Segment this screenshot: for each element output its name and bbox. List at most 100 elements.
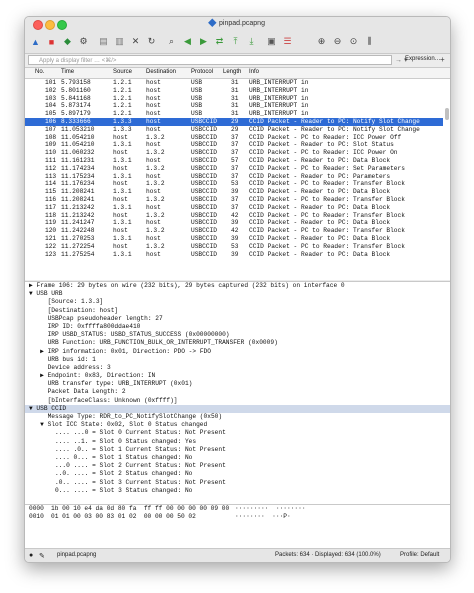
zoom-out-icon[interactable]: ⊖ — [331, 35, 344, 48]
status-ready-icon[interactable]: ● — [29, 552, 33, 559]
packet-cell: USBCCID — [191, 164, 217, 172]
column-header[interactable]: Info — [249, 69, 259, 75]
detail-line[interactable]: Device address: 3 — [25, 364, 450, 372]
detail-line[interactable]: IRP ID: 0xffffa800ddae410 — [25, 323, 450, 331]
goto-icon[interactable]: ⇄ — [213, 35, 226, 48]
display-filter-input[interactable]: Apply a display filter … <⌘/> — [28, 55, 392, 65]
save-icon[interactable]: ▥ — [113, 35, 126, 48]
packet-cell: 104 — [45, 102, 57, 110]
status-profile[interactable]: Profile: Default — [400, 552, 439, 558]
packet-cell: URB_INTERRUPT in — [249, 102, 309, 110]
detail-line[interactable]: .... .0.. = Slot 1 Current Status: Not P… — [25, 446, 450, 454]
detail-line[interactable]: USBPcap pseudoheader length: 27 — [25, 315, 450, 323]
detail-line[interactable]: [Destination: host] — [25, 307, 450, 315]
packet-cell: 5.873174 — [61, 102, 91, 110]
packet-row[interactable]: 109 11.054210 1.3.1 host USBCCID 37 CCID Packe… — [25, 141, 443, 149]
first-icon[interactable]: ⤒ — [229, 35, 242, 48]
packet-row[interactable]: 111 11.161231 1.3.1 host USBCCID 57 CCID Packe… — [25, 157, 443, 165]
add-filter-button[interactable]: + — [440, 55, 445, 64]
open-icon[interactable]: ▤ — [97, 35, 110, 48]
column-header[interactable]: Source — [113, 69, 132, 75]
hex-row[interactable]: 0010 01 01 00 03 00 83 01 02 00 00 00 50 … — [25, 513, 450, 521]
normal-size-icon[interactable]: ⊙ — [347, 35, 360, 48]
packet-row[interactable]: 107 11.053210 1.3.3 host USBCCID 29 CCID Packe… — [25, 126, 443, 134]
autoscroll-icon[interactable]: ▣ — [265, 35, 278, 48]
packet-details[interactable]: ▶ Frame 106: 29 bytes on wire (232 bits)… — [25, 281, 450, 504]
packet-row[interactable]: 123 11.275254 1.3.1 host USBCCID 39 CCID Packe… — [25, 251, 443, 259]
packet-row[interactable]: 104 5.873174 1.2.1 host USB 31 URB_INTERRUPT i… — [25, 102, 443, 110]
packet-row[interactable]: 105 5.897179 1.2.1 host USB 31 URB_INTERRUPT i… — [25, 110, 443, 118]
detail-line[interactable]: URB Function: URB_FUNCTION_BULK_OR_INTER… — [25, 339, 450, 347]
packet-cell: host — [146, 86, 161, 94]
detail-line[interactable]: Message Type: RDR_to_PC_NotifySlotChange… — [25, 413, 450, 421]
detail-line[interactable]: ▶ Frame 106: 29 bytes on wire (232 bits)… — [25, 282, 450, 290]
packet-row[interactable]: 114 11.176234 host 1.3.2 USBCCID 53 CCID Packe… — [25, 180, 443, 188]
column-header[interactable]: Time — [61, 69, 74, 75]
packet-bytes[interactable]: 0000 1b 00 10 e4 da 0d 80 fa ff ff 00 00 … — [25, 504, 450, 548]
detail-line[interactable]: ...0 .... = Slot 2 Current Status: Not P… — [25, 462, 450, 470]
packet-row[interactable]: 103 5.841168 1.2.1 host USB 31 URB_INTERRUPT i… — [25, 95, 443, 103]
zoom-in-icon[interactable]: ⊕ — [315, 35, 328, 48]
detail-line[interactable]: .0.. .... = Slot 3 Current Status: Not P… — [25, 479, 450, 487]
packet-cell: USBCCID — [191, 188, 217, 196]
packet-row[interactable]: 118 11.213242 host 1.3.2 USBCCID 42 CCID Packe… — [25, 212, 443, 220]
detail-line[interactable]: [bInterfaceClass: Unknown (0xffff)] — [25, 397, 450, 405]
column-header[interactable]: Destination — [146, 69, 176, 75]
packet-cell: host — [146, 234, 161, 242]
edit-comment-icon[interactable]: ✎ — [39, 552, 45, 560]
packet-row[interactable]: 113 11.175234 1.3.1 host USBCCID 37 CCID Packe… — [25, 173, 443, 181]
packet-row[interactable]: 120 11.242248 host 1.3.2 USBCCID 42 CCID Packe… — [25, 227, 443, 235]
forward-icon[interactable]: ▶ — [197, 35, 210, 48]
packet-row[interactable]: 115 11.208241 1.3.1 host USBCCID 39 CCID Packe… — [25, 188, 443, 196]
detail-line[interactable]: IRP USBD_STATUS: USBD_STATUS_SUCCESS (0x… — [25, 331, 450, 339]
detail-line[interactable]: ▶ Endpoint: 0x83, Direction: IN — [25, 372, 450, 380]
column-header[interactable]: No. — [35, 69, 44, 75]
detail-line[interactable]: [Source: 1.3.3] — [25, 298, 450, 306]
packet-row[interactable]: 112 11.174234 host 1.3.2 USBCCID 37 CCID Packe… — [25, 165, 443, 173]
column-header[interactable]: Length — [223, 69, 241, 75]
packet-list[interactable]: No. Time Source Destination Protocol Len… — [25, 68, 450, 280]
packet-row[interactable]: 101 5.793158 1.2.1 host USB 31 URB_INTERRUPT i… — [25, 79, 443, 87]
packet-row[interactable]: 108 11.054210 host 1.3.2 USBCCID 37 CCID Packe… — [25, 134, 443, 142]
detail-line[interactable]: ▼ USB CCID — [25, 404, 450, 413]
stop-icon[interactable]: ■ — [45, 35, 58, 48]
packet-list-scrollbar[interactable] — [445, 108, 449, 120]
detail-line[interactable]: ..0. .... = Slot 2 Status changed: No — [25, 470, 450, 478]
packet-row[interactable]: 106 8.333666 1.3.3 host USBCCID 29 CCID Packet… — [25, 117, 443, 126]
packet-row[interactable]: 110 11.060232 host 1.3.2 USBCCID 37 CCID Packe… — [25, 149, 443, 157]
detail-line[interactable]: 0... .... = Slot 3 Status changed: No — [25, 487, 450, 495]
detail-line[interactable]: .... ..1. = Slot 0 Status changed: Yes — [25, 438, 450, 446]
packet-cell: host — [113, 149, 128, 157]
packet-cell: host — [146, 94, 161, 102]
last-icon[interactable]: ⤓ — [245, 35, 258, 48]
packet-row[interactable]: 102 5.801160 1.2.1 host USB 31 URB_INTERRUPT i… — [25, 87, 443, 95]
expression-button[interactable]: Expression… — [405, 56, 441, 62]
detail-line[interactable]: Packet Data Length: 2 — [25, 388, 450, 396]
back-icon[interactable]: ◀ — [181, 35, 194, 48]
shark-fin-icon[interactable]: ▲ — [29, 35, 42, 48]
detail-line[interactable]: ▼ Slot ICC State: 0x02, Slot 0 Status ch… — [25, 421, 450, 429]
detail-line[interactable]: URB bus id: 1 — [25, 356, 450, 364]
resize-columns-icon[interactable]: ⫼ — [363, 35, 376, 48]
detail-line[interactable]: .... ...0 = Slot 0 Current Status: Not P… — [25, 429, 450, 437]
detail-line[interactable]: .... 0... = Slot 1 Status changed: No — [25, 454, 450, 462]
close-file-icon[interactable]: ✕ — [129, 35, 142, 48]
packet-row[interactable]: 122 11.272254 host 1.3.2 USBCCID 53 CCID Packe… — [25, 243, 443, 251]
packet-cell: host — [113, 195, 128, 203]
packet-row[interactable]: 117 11.213242 1.3.1 host USBCCID 37 CCID Packe… — [25, 204, 443, 212]
detail-line[interactable]: ▼ USB URB — [25, 290, 450, 298]
packet-cell: CCID Packet - Reader to PC: Slot Status — [249, 141, 394, 149]
detail-line[interactable]: ▶ IRP information: 0x01, Direction: PDO … — [25, 348, 450, 356]
reload-icon[interactable]: ↻ — [145, 35, 158, 48]
restart-icon[interactable]: ◆ — [61, 35, 74, 48]
detail-line[interactable]: URB transfer type: URB_INTERRUPT (0x01) — [25, 380, 450, 388]
packet-cell: host — [146, 172, 161, 180]
find-icon[interactable]: ⌕ — [165, 35, 178, 48]
colorize-icon[interactable]: ☰ — [281, 35, 294, 48]
hex-row[interactable]: 0000 1b 00 10 e4 da 0d 80 fa ff ff 00 00 … — [25, 505, 450, 513]
column-header[interactable]: Protocol — [191, 69, 213, 75]
packet-row[interactable]: 121 11.270253 1.3.1 host USBCCID 39 CCID Packe… — [25, 235, 443, 243]
options-icon[interactable]: ⚙ — [77, 35, 90, 48]
packet-row[interactable]: 119 11.241247 1.3.1 host USBCCID 39 CCID Packe… — [25, 219, 443, 227]
packet-row[interactable]: 116 11.208241 host 1.3.2 USBCCID 37 CCID Packe… — [25, 196, 443, 204]
